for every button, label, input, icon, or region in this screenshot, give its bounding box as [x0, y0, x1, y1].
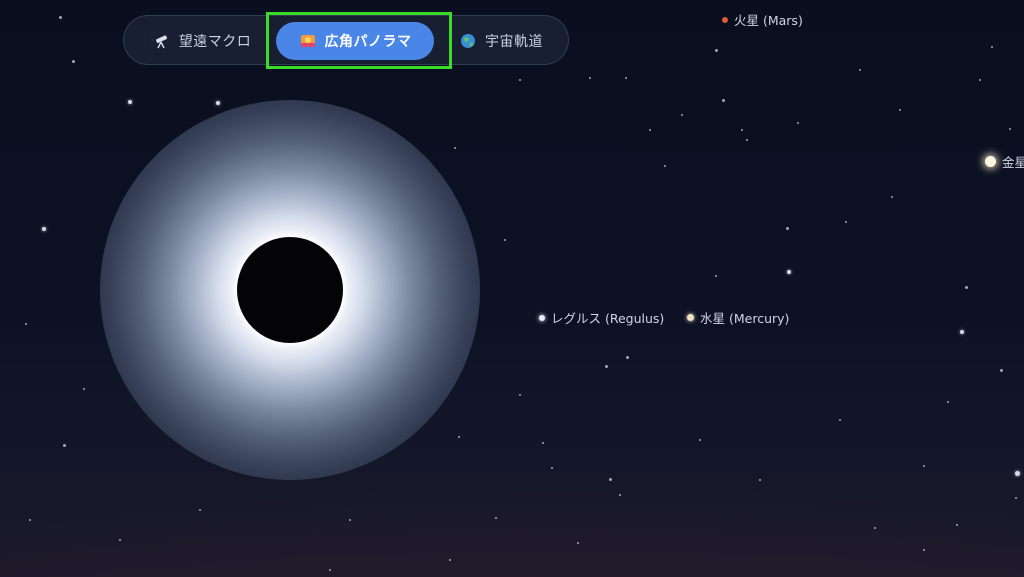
space-orbit-label: 宇宙軌道 — [485, 34, 543, 50]
space-orbit-button[interactable]: 宇宙軌道 — [446, 22, 556, 60]
regulus-dot-icon — [539, 314, 545, 321]
star-point — [946, 400, 950, 404]
globe-icon — [459, 32, 477, 50]
star-point — [42, 227, 46, 231]
star-point — [519, 79, 521, 81]
star-point — [859, 69, 861, 71]
mars-label: 火星 (Mars) — [734, 13, 803, 28]
telescope-macro-button[interactable]: 望遠マクロ — [138, 22, 266, 60]
regulus-label: レグルス (Regulus) — [551, 311, 665, 326]
star-point — [922, 548, 926, 552]
star-point — [216, 101, 220, 105]
planet-venus[interactable]: 金星 — [985, 152, 1024, 171]
star-point — [82, 387, 86, 391]
star-point — [329, 569, 331, 571]
star-point — [838, 418, 842, 422]
star-point — [978, 78, 982, 82]
mars-dot-icon — [722, 16, 728, 23]
star-point — [449, 559, 451, 561]
star-point — [714, 274, 718, 278]
telescope-macro-label: 望遠マクロ — [178, 34, 252, 50]
star-point — [1008, 127, 1012, 131]
star-point — [698, 438, 702, 442]
view-mode-switcher: 望遠マクロ 広角パノラマ 宇宙軌道 — [123, 15, 569, 65]
star-point — [1014, 470, 1020, 476]
star-point — [71, 59, 75, 63]
mercury-label: 水星 (Mercury) — [700, 311, 790, 326]
star-point — [199, 509, 201, 511]
wide-panorama-button[interactable]: 広角パノラマ — [276, 22, 434, 60]
star-point — [349, 519, 351, 521]
planet-mercury[interactable]: 水星 (Mercury) — [687, 308, 789, 327]
star-point — [648, 128, 652, 132]
venus-label: 金星 — [1002, 155, 1024, 170]
star-point — [721, 98, 725, 102]
star-point — [618, 493, 622, 497]
star-point — [955, 523, 959, 527]
star-point — [519, 394, 521, 396]
star-point — [625, 355, 629, 359]
star-point — [890, 195, 894, 199]
star-point — [741, 129, 743, 131]
wide-panorama-label: 広角パノラマ — [324, 34, 412, 50]
star-point — [759, 479, 761, 481]
mercury-dot-icon — [687, 314, 694, 321]
star-point — [24, 322, 28, 326]
star-point — [680, 113, 684, 117]
star-regulus[interactable]: レグルス (Regulus) — [539, 308, 664, 327]
moon-disc — [237, 237, 343, 343]
sky-view[interactable]: 火星 (Mars) レグルス (Regulus) 水星 (Mercury) 金星… — [0, 0, 1024, 577]
star-point — [550, 466, 554, 470]
star-point — [796, 121, 800, 125]
star-point — [457, 435, 461, 439]
star-point — [873, 526, 877, 530]
venus-dot-icon — [985, 156, 996, 167]
star-point — [62, 443, 66, 447]
planet-mars[interactable]: 火星 (Mars) — [722, 10, 803, 29]
star-point — [624, 76, 628, 80]
star-point — [844, 220, 848, 224]
star-point — [664, 165, 666, 167]
star-point — [990, 45, 994, 49]
star-point — [714, 48, 718, 52]
star-point — [964, 285, 968, 289]
star-point — [899, 109, 901, 111]
star-point — [29, 519, 31, 521]
star-point — [128, 100, 132, 104]
telescope-icon — [153, 32, 171, 50]
star-point — [787, 270, 791, 274]
star-point — [960, 330, 964, 334]
star-point — [541, 441, 545, 445]
star-point — [785, 226, 789, 230]
star-point — [922, 464, 926, 468]
star-point — [119, 539, 121, 541]
star-point — [503, 238, 507, 242]
star-point — [999, 368, 1003, 372]
star-point — [608, 477, 612, 481]
star-point — [576, 541, 580, 545]
star-point — [494, 516, 498, 520]
star-point — [745, 138, 749, 142]
star-point — [453, 146, 457, 150]
panorama-icon — [299, 32, 317, 50]
star-point — [58, 15, 62, 19]
star-point — [1014, 496, 1018, 500]
star-point — [588, 76, 592, 80]
star-point — [604, 364, 608, 368]
